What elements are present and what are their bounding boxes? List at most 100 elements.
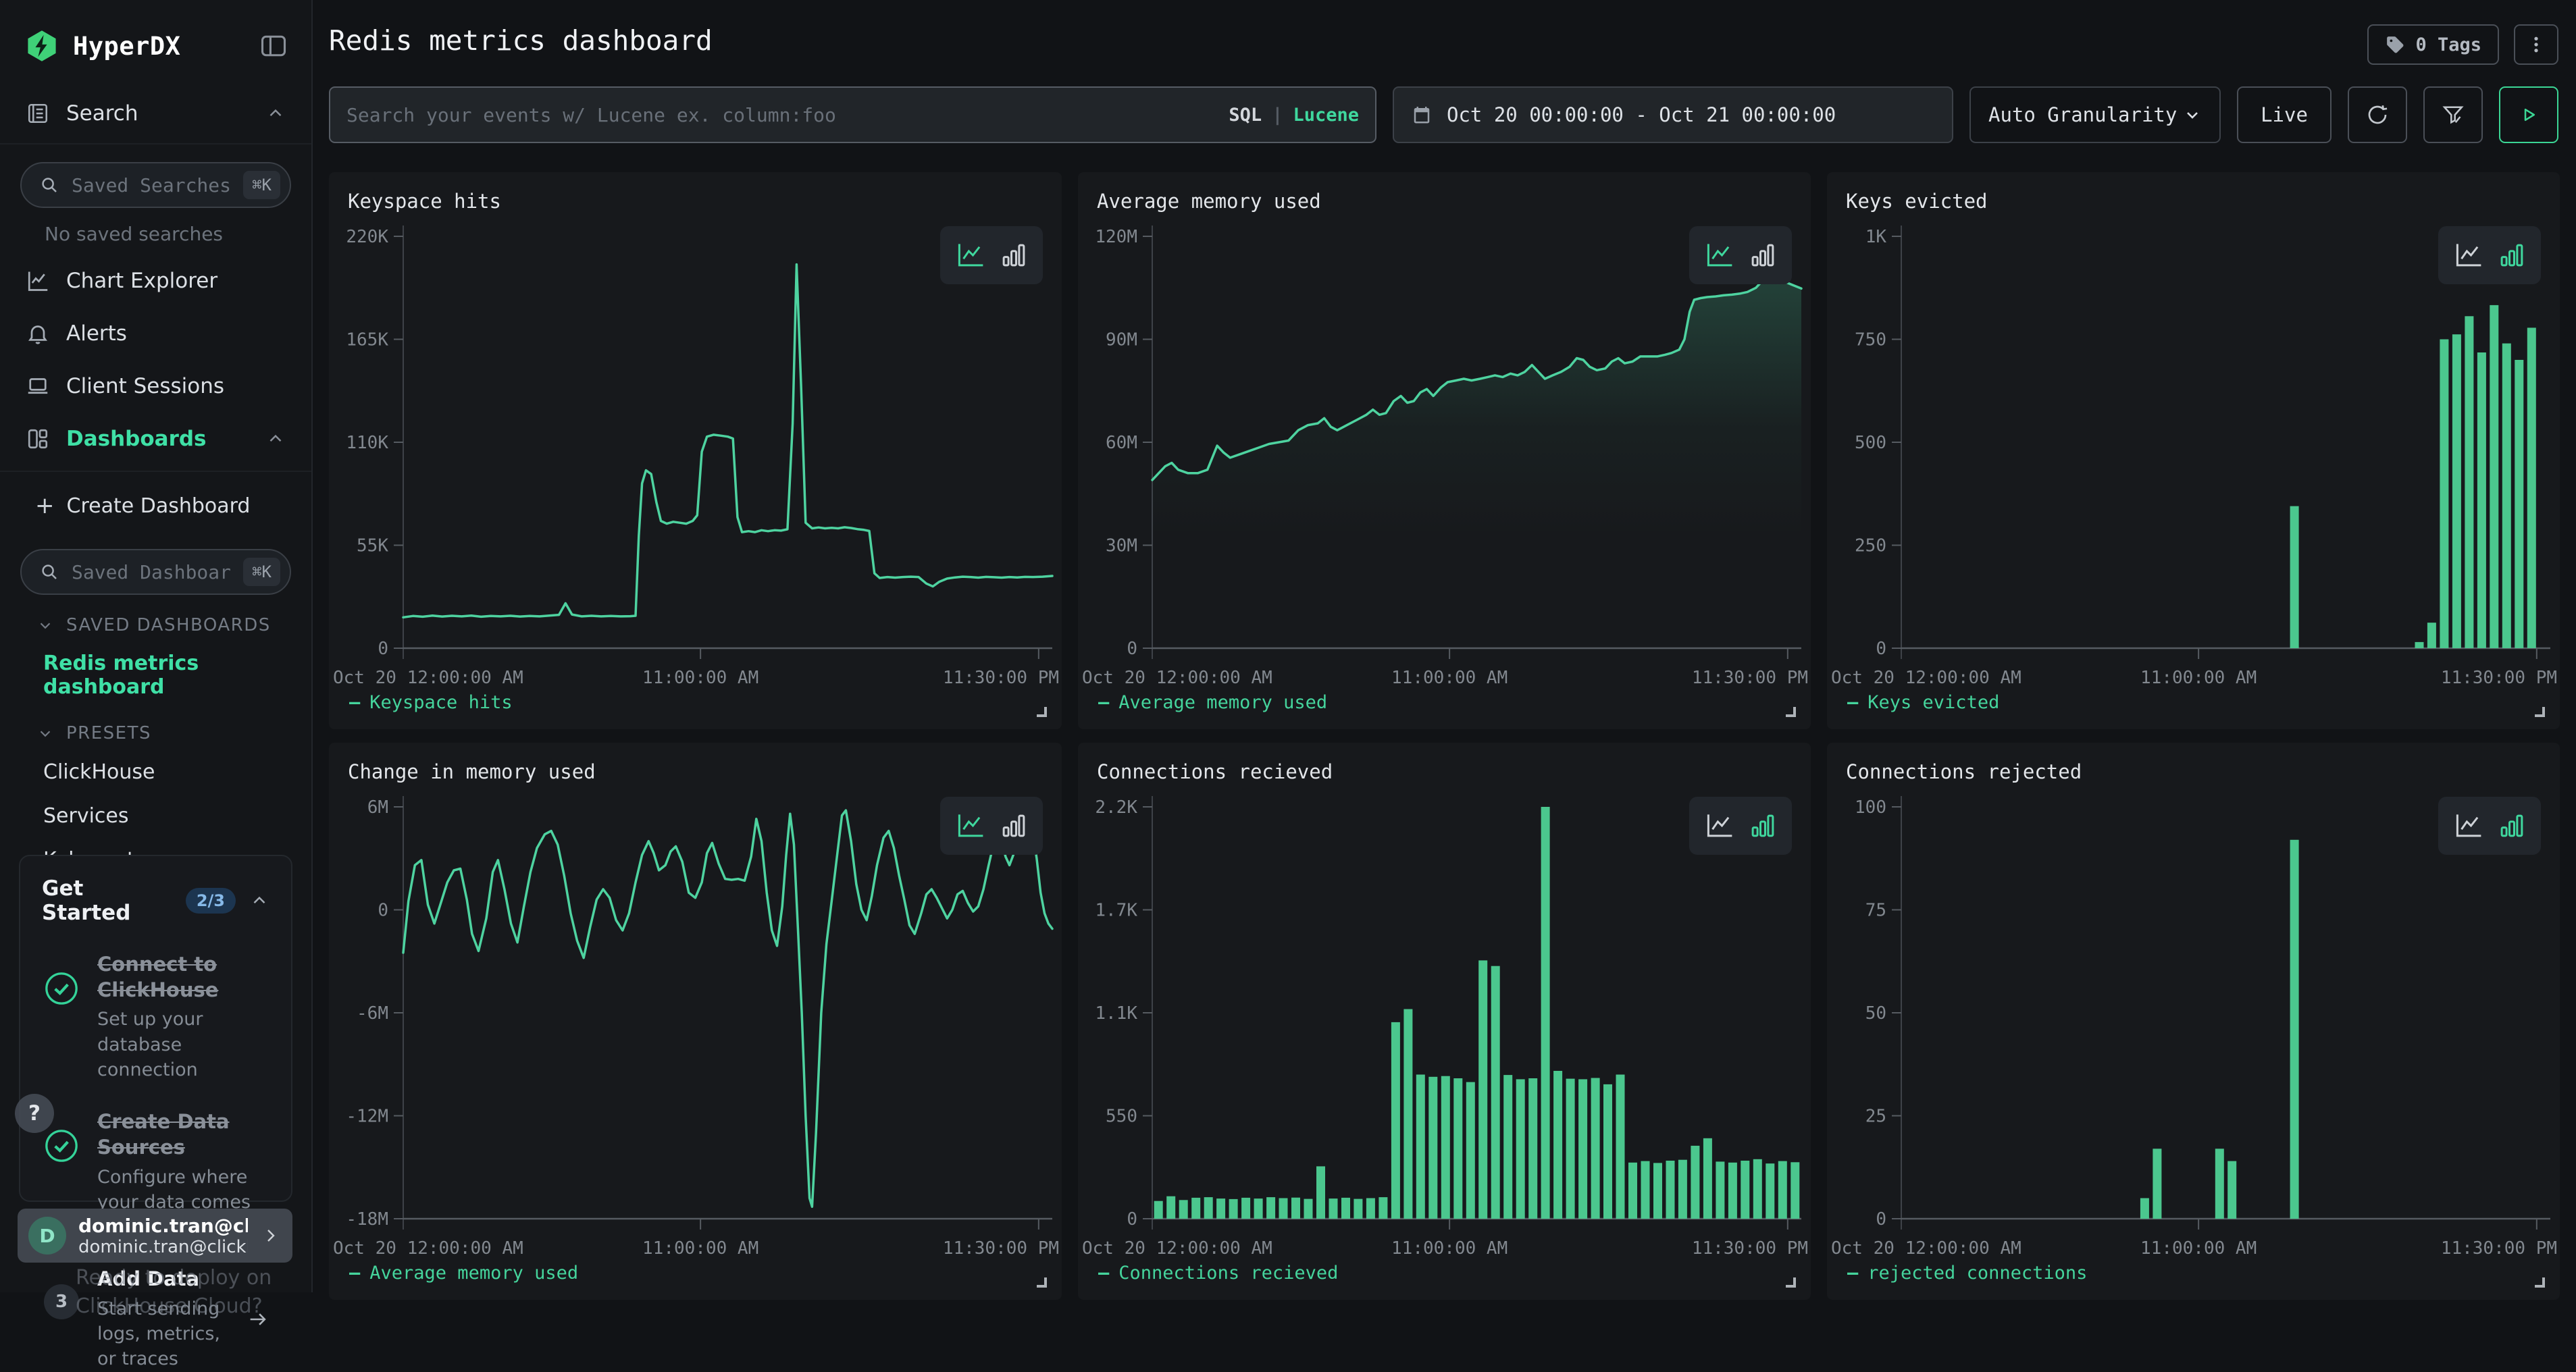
refresh-button[interactable] — [2348, 86, 2407, 143]
bar-chart-icon — [1749, 241, 1777, 269]
chart-legend-row[interactable]: — Average memory used — [1098, 692, 1327, 713]
more-options-button[interactable] — [2514, 24, 2558, 65]
sidebar-item-chart-explorer[interactable]: Chart Explorer — [0, 255, 311, 307]
chart-legend: Connections recieved — [1118, 1263, 1338, 1284]
lucene-mode-button[interactable]: Lucene — [1293, 105, 1359, 126]
kebab-menu-icon — [2526, 34, 2546, 55]
filter-button[interactable] — [2423, 86, 2483, 143]
saved-dashboards-input[interactable]: Saved Dashboards ⌘K — [20, 549, 291, 595]
live-button[interactable]: Live — [2237, 86, 2332, 143]
create-dashboard-button[interactable]: + Create Dashboard — [0, 472, 311, 531]
chart-type-toggle[interactable] — [1689, 797, 1792, 855]
resize-handle[interactable] — [1786, 1277, 1796, 1288]
sql-mode-button[interactable]: SQL — [1229, 105, 1262, 126]
line-chart-icon — [1704, 241, 1735, 269]
svg-text:750: 750 — [1855, 330, 1886, 350]
event-search-placeholder: Search your events w/ Lucene ex. column:… — [346, 104, 1229, 126]
sidebar-item-label: Dashboards — [66, 427, 207, 451]
section-presets[interactable]: PRESETS — [0, 707, 311, 750]
line-chart-icon — [2453, 241, 2484, 269]
chart-legend-row[interactable]: — Keyspace hits — [349, 692, 513, 713]
chart-title: Connections rejected — [1846, 760, 2082, 783]
chart-type-toggle[interactable] — [940, 226, 1043, 284]
sidebar-item-clickhouse[interactable]: ClickHouse — [0, 750, 311, 794]
svg-text:Oct 20 12:00:00 AM: Oct 20 12:00:00 AM — [1831, 1238, 2021, 1259]
chart-explorer-icon — [26, 269, 50, 293]
step-number-badge: 3 — [44, 1284, 79, 1319]
chart-panel: Change in memory used 6M0-6M-12M-18MOct … — [329, 743, 1062, 1300]
legend-dash: — — [349, 692, 360, 713]
chart-type-toggle[interactable] — [2438, 226, 2541, 284]
sidebar-item-client-sessions[interactable]: Client Sessions — [0, 360, 311, 413]
svg-text:11:00:00 AM: 11:00:00 AM — [1391, 1238, 1508, 1259]
chart-type-toggle[interactable] — [940, 797, 1043, 855]
svg-text:Oct 20 12:00:00 AM: Oct 20 12:00:00 AM — [333, 668, 523, 688]
sidebar-item-alerts[interactable]: Alerts — [0, 307, 311, 360]
svg-text:11:00:00 AM: 11:00:00 AM — [642, 668, 758, 688]
sidebar-item-services[interactable]: Services — [0, 794, 311, 838]
legend-dash: — — [349, 1263, 360, 1284]
shortcut-badge: ⌘K — [243, 171, 280, 199]
collapse-sidebar-icon[interactable] — [259, 31, 288, 61]
brand-name: HyperDX — [73, 32, 245, 61]
chart-title: Keyspace hits — [348, 190, 501, 213]
granularity-select[interactable]: Auto Granularity — [1969, 86, 2221, 143]
svg-text:Oct 20 12:00:00 AM: Oct 20 12:00:00 AM — [1831, 668, 2021, 688]
tags-button[interactable]: 0 Tags — [2367, 24, 2499, 65]
chart-type-toggle[interactable] — [2438, 797, 2541, 855]
chevron-down-icon — [2183, 105, 2202, 124]
svg-text:6M: 6M — [367, 797, 388, 818]
get-started-item-connect[interactable]: Connect to ClickHouse Set up your databa… — [42, 952, 269, 1082]
event-search-input[interactable]: Search your events w/ Lucene ex. column:… — [329, 86, 1376, 143]
sidebar-item-redis-dashboard[interactable]: Redis metrics dashboard — [0, 642, 311, 707]
svg-text:75: 75 — [1865, 901, 1886, 921]
svg-text:1.1K: 1.1K — [1095, 1003, 1137, 1024]
svg-text:11:00:00 AM: 11:00:00 AM — [642, 1238, 758, 1259]
resize-handle[interactable] — [2535, 1277, 2545, 1288]
section-saved-dashboards[interactable]: SAVED DASHBOARDS — [0, 599, 311, 642]
date-range-picker[interactable]: Oct 20 00:00:00 - Oct 21 00:00:00 — [1393, 86, 1953, 143]
bar-chart-icon — [2498, 812, 2526, 840]
svg-text:60M: 60M — [1106, 433, 1137, 453]
svg-text:30M: 30M — [1106, 536, 1137, 556]
sidebar-item-dashboards[interactable]: Dashboards — [0, 413, 311, 465]
chart-legend-row[interactable]: — Keys evicted — [1847, 692, 1999, 713]
chevron-down-icon — [36, 724, 54, 742]
tag-icon — [2385, 34, 2405, 55]
bar-chart-icon — [1000, 812, 1028, 840]
resize-handle[interactable] — [1037, 707, 1047, 717]
chart-panel: Keyspace hits 220K165K110K55K0Oct 20 12:… — [329, 172, 1062, 729]
chart-legend-row[interactable]: — rejected connections — [1847, 1263, 2087, 1284]
resize-handle[interactable] — [2535, 707, 2545, 717]
resize-handle[interactable] — [1786, 707, 1796, 717]
legend-dash: — — [1847, 1263, 1858, 1284]
svg-text:-6M: -6M — [357, 1003, 388, 1024]
chart-legend: Keys evicted — [1867, 692, 1999, 713]
search-section-icon — [26, 101, 50, 126]
chart-title: Change in memory used — [348, 760, 596, 783]
saved-searches-input[interactable]: Saved Searches ⌘K — [20, 162, 291, 208]
help-button[interactable]: ? — [15, 1094, 54, 1133]
chart-legend-row[interactable]: — Average memory used — [349, 1263, 578, 1284]
hyperdx-logo-icon — [24, 28, 59, 63]
date-range-value: Oct 20 00:00:00 - Oct 21 00:00:00 — [1447, 103, 1836, 126]
svg-text:Oct 20 12:00:00 AM: Oct 20 12:00:00 AM — [333, 1238, 523, 1259]
get-started-item-desc: Set up your database connection — [97, 1007, 269, 1082]
legend-dash: — — [1847, 692, 1858, 713]
bar-chart-icon — [1000, 241, 1028, 269]
page-title: Redis metrics dashboard — [329, 24, 713, 57]
chart-panel: Connections rejected 1007550250Oct 20 12… — [1827, 743, 2560, 1300]
chart-legend-row[interactable]: — Connections recieved — [1098, 1263, 1338, 1284]
svg-text:165K: 165K — [346, 330, 388, 350]
sidebar-item-search[interactable]: Search — [0, 86, 311, 144]
resize-handle[interactable] — [1037, 1277, 1047, 1288]
user-profile-button[interactable]: D dominic.tran@clic... dominic.tran@clic… — [18, 1209, 292, 1263]
run-query-button[interactable] — [2499, 86, 2558, 143]
header-actions: 0 Tags — [2367, 24, 2558, 65]
tags-button-label: 0 Tags — [2415, 34, 2481, 55]
chart-type-toggle[interactable] — [1689, 226, 1792, 284]
line-chart-icon — [955, 241, 986, 269]
svg-text:0: 0 — [1876, 639, 1886, 659]
chevron-up-icon[interactable] — [249, 891, 269, 911]
svg-text:50: 50 — [1865, 1003, 1886, 1024]
